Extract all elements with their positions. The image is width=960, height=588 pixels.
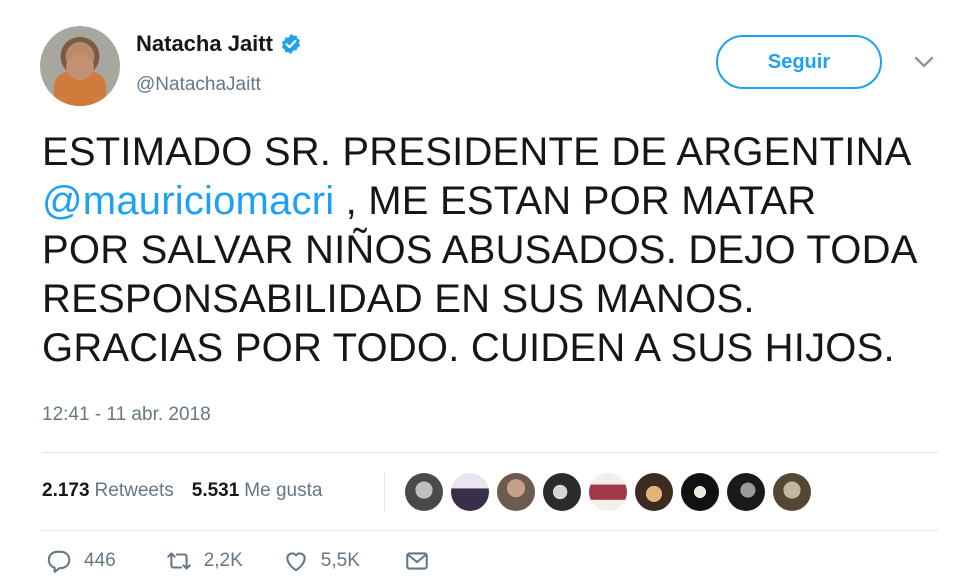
reply-count: 446 xyxy=(84,550,116,571)
divider-top xyxy=(42,452,938,453)
likers-separator xyxy=(384,472,385,512)
tweet-text: ESTIMADO SR. PRESIDENTE DE ARGENTINA @ma… xyxy=(42,128,942,373)
user-avatar-6-icon[interactable] xyxy=(635,473,673,511)
verified-badge-icon xyxy=(281,33,301,55)
tweet-actions: 446 2,2K 5,5K xyxy=(46,548,430,574)
tweet-timestamp[interactable]: 12:41 - 11 abr. 2018 xyxy=(42,404,211,426)
user-avatar-3-icon[interactable] xyxy=(497,473,535,511)
tweet-line-2: @mauriciomacri , ME ESTAN POR MATAR xyxy=(42,177,942,226)
retweet-icon xyxy=(166,552,191,570)
retweets-count[interactable]: 2.173 xyxy=(42,480,90,502)
tweet-line-1: ESTIMADO SR. PRESIDENTE DE ARGENTINA xyxy=(42,130,912,174)
tweet-line-3: POR SALVAR NIÑOS ABUSADOS. DEJO TODA xyxy=(42,228,918,272)
divider-bottom xyxy=(42,530,938,531)
user-avatar-4-icon[interactable] xyxy=(543,473,581,511)
likes-label[interactable]: Me gusta xyxy=(244,480,322,502)
tweet-line-4: RESPONSABILIDAD EN SUS MANOS. xyxy=(42,277,755,321)
engagement-stats: 2.173 Retweets 5.531 Me gusta xyxy=(42,480,322,502)
reply-action[interactable]: 446 xyxy=(46,548,116,574)
user-avatar-7-icon[interactable] xyxy=(681,473,719,511)
retweet-count: 2,2K xyxy=(203,550,243,571)
reply-icon xyxy=(47,550,71,573)
likers-avatars xyxy=(384,470,819,514)
author-name[interactable]: Natacha Jaitt xyxy=(136,31,273,57)
follow-button[interactable]: Seguir xyxy=(716,35,882,89)
likes-count[interactable]: 5.531 xyxy=(192,480,240,502)
heart-icon xyxy=(286,552,306,572)
direct-message-action[interactable] xyxy=(404,548,430,574)
author-handle[interactable]: @NatachaJaitt xyxy=(136,74,261,96)
user-avatar-2-icon[interactable] xyxy=(451,473,489,511)
user-avatar-5-icon[interactable] xyxy=(589,473,627,511)
retweet-action[interactable]: 2,2K xyxy=(166,548,243,574)
envelope-icon xyxy=(406,552,428,570)
chevron-down-icon[interactable] xyxy=(914,55,934,69)
like-count: 5,5K xyxy=(320,550,360,571)
avatar-face xyxy=(66,54,94,80)
author-name-row[interactable]: Natacha Jaitt xyxy=(136,31,302,57)
user-avatar-1-icon[interactable] xyxy=(405,473,443,511)
user-avatar-8-icon[interactable] xyxy=(727,473,765,511)
tweet-line-5: GRACIAS POR TODO. CUIDEN A SUS HIJOS. xyxy=(42,326,895,370)
mention-link[interactable]: @mauriciomacri xyxy=(42,179,334,223)
user-avatar-9-icon[interactable] xyxy=(773,473,811,511)
like-action[interactable]: 5,5K xyxy=(283,548,360,574)
retweets-label[interactable]: Retweets xyxy=(95,480,174,502)
author-avatar[interactable] xyxy=(40,26,120,106)
tweet-line-2-rest: , ME ESTAN POR MATAR xyxy=(334,179,817,223)
